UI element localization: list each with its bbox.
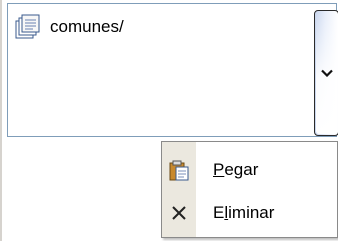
- menu-item-paste[interactable]: Pegar: [162, 150, 337, 190]
- menu-item-paste-label: Pegar: [213, 160, 259, 179]
- context-menu: Pegar Eliminar: [161, 141, 338, 238]
- list-item-label: comunes/: [50, 17, 124, 36]
- menu-item-delete-label: Eliminar: [213, 203, 275, 222]
- file-list-box[interactable]: comunes/: [7, 3, 338, 137]
- window-left-border: [0, 0, 2, 241]
- dropdown-scroll-button[interactable]: [314, 10, 338, 136]
- delete-x-icon: [172, 206, 186, 220]
- folder-document-icon: [15, 14, 40, 39]
- menu-item-delete[interactable]: Eliminar: [162, 193, 337, 233]
- paste-icon: [169, 160, 189, 181]
- list-item[interactable]: comunes/: [15, 13, 124, 41]
- chevron-down-icon: [320, 69, 333, 77]
